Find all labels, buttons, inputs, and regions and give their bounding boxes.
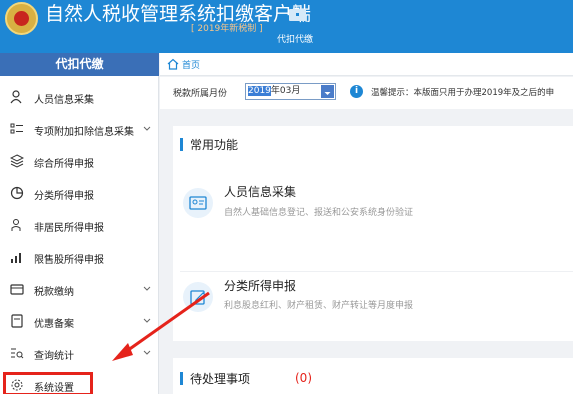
sidebar-item-label: 专项附加扣除信息采集 (34, 126, 134, 138)
period-selected-year: 2019 (248, 86, 271, 96)
panel-accent-bar (180, 138, 183, 151)
sidebar-item-label: 优惠备案 (34, 318, 74, 330)
chevron-down-icon (143, 286, 151, 291)
sidebar-header: 代扣代缴 (0, 53, 159, 76)
breadcrumb: 首页 (160, 53, 573, 76)
user-outline-icon (11, 219, 21, 231)
period-select[interactable]: 2019年03月 (245, 83, 336, 100)
chevron-down-icon (143, 318, 151, 323)
panel-title: 待处理事项 (190, 372, 251, 386)
person-icon (10, 90, 22, 104)
info-icon: i (350, 85, 363, 98)
func-person-info-desc: 自然人基础信息登记、报送和公安系统身份验证 (224, 208, 414, 218)
module-label[interactable]: 代扣代缴 (277, 32, 313, 45)
sidebar-item-label: 综合所得申报 (34, 158, 94, 170)
sidebar-item-tax-payment[interactable]: 税款缴纳 (0, 276, 159, 304)
edit-icon[interactable] (183, 282, 213, 312)
national-emblem-logo (5, 2, 38, 35)
toolbar: 税款所属月份 2019年03月 i 温馨提示：本版面只用于办理2019年及之后的… (160, 77, 573, 109)
pending-count: (0) (295, 371, 312, 385)
wallet-icon (10, 284, 24, 295)
sidebar: 代扣代缴 人员信息采集 专项附加扣除信息采集 综合所得申报 分类所得申报 非居民… (0, 53, 159, 394)
app-header: 自然人税收管理系统扣缴客户端 [ 2019年新税制 ] 代扣代缴 (0, 0, 573, 53)
sidebar-item-classified-income[interactable]: 分类所得申报 (0, 180, 159, 208)
callout-highlight-box (3, 372, 93, 394)
chevron-down-icon (143, 126, 151, 131)
sidebar-item-query-statistics[interactable]: 查询统计 (0, 340, 159, 368)
sidebar-item-preferential-filing[interactable]: 优惠备案 (0, 308, 159, 336)
briefcase-icon[interactable] (288, 5, 307, 22)
sidebar-item-label: 分类所得申报 (34, 190, 94, 202)
func-classified-income-desc: 利息股息红利、财产租赁、财产转让等月度申报 (224, 301, 414, 311)
sidebar-item-label: 查询统计 (34, 350, 74, 362)
app-title: 自然人税收管理系统扣缴客户端 (45, 3, 312, 25)
common-functions-panel: 常用功能 人员信息采集 自然人基础信息登记、报送和公安系统身份验证 分类所得申报… (173, 126, 573, 341)
period-month: 年03月 (270, 86, 301, 96)
pie-chart-icon (10, 186, 24, 200)
id-card-icon[interactable] (183, 188, 213, 218)
sidebar-item-label: 税款缴纳 (34, 286, 74, 298)
tip-text: 温馨提示：本版面只用于办理2019年及之后的申 (371, 88, 555, 98)
sidebar-item-special-deduction[interactable]: 专项附加扣除信息采集 (0, 116, 159, 144)
breadcrumb-home-link[interactable]: 首页 (182, 58, 200, 71)
search-list-icon (11, 348, 24, 359)
period-value: 2019年03月 (248, 86, 300, 97)
period-label: 税款所属月份 (173, 89, 228, 99)
sidebar-item-comprehensive-income[interactable]: 综合所得申报 (0, 148, 159, 176)
main-content: 首页 税款所属月份 2019年03月 i 温馨提示：本版面只用于办理2019年及… (160, 53, 573, 394)
func-person-info-title[interactable]: 人员信息采集 (224, 183, 296, 200)
sidebar-item-restricted-stock[interactable]: 限售股所得申报 (0, 244, 159, 272)
sidebar-item-label: 非居民所得申报 (34, 222, 104, 234)
func-classified-income-title[interactable]: 分类所得申报 (224, 277, 296, 294)
document-icon (11, 314, 23, 328)
layers-icon (10, 154, 24, 168)
sidebar-item-label: 人员信息采集 (34, 94, 94, 106)
sidebar-item-person-info[interactable]: 人员信息采集 (0, 84, 159, 112)
divider (180, 271, 573, 272)
sidebar-item-nonresident-income[interactable]: 非居民所得申报 (0, 212, 159, 240)
version-tag: [ 2019年新税制 ] (191, 24, 263, 34)
bar-chart-icon (11, 253, 21, 263)
sidebar-item-label: 限售股所得申报 (34, 254, 104, 266)
panel-title: 常用功能 (190, 138, 239, 152)
panel-accent-bar (180, 372, 183, 385)
list-icon (10, 123, 23, 134)
dropdown-arrow-icon[interactable] (321, 85, 334, 98)
home-icon[interactable] (167, 58, 179, 70)
pending-items-panel: 待处理事项 (0) (173, 358, 573, 394)
chevron-down-icon (143, 350, 151, 355)
